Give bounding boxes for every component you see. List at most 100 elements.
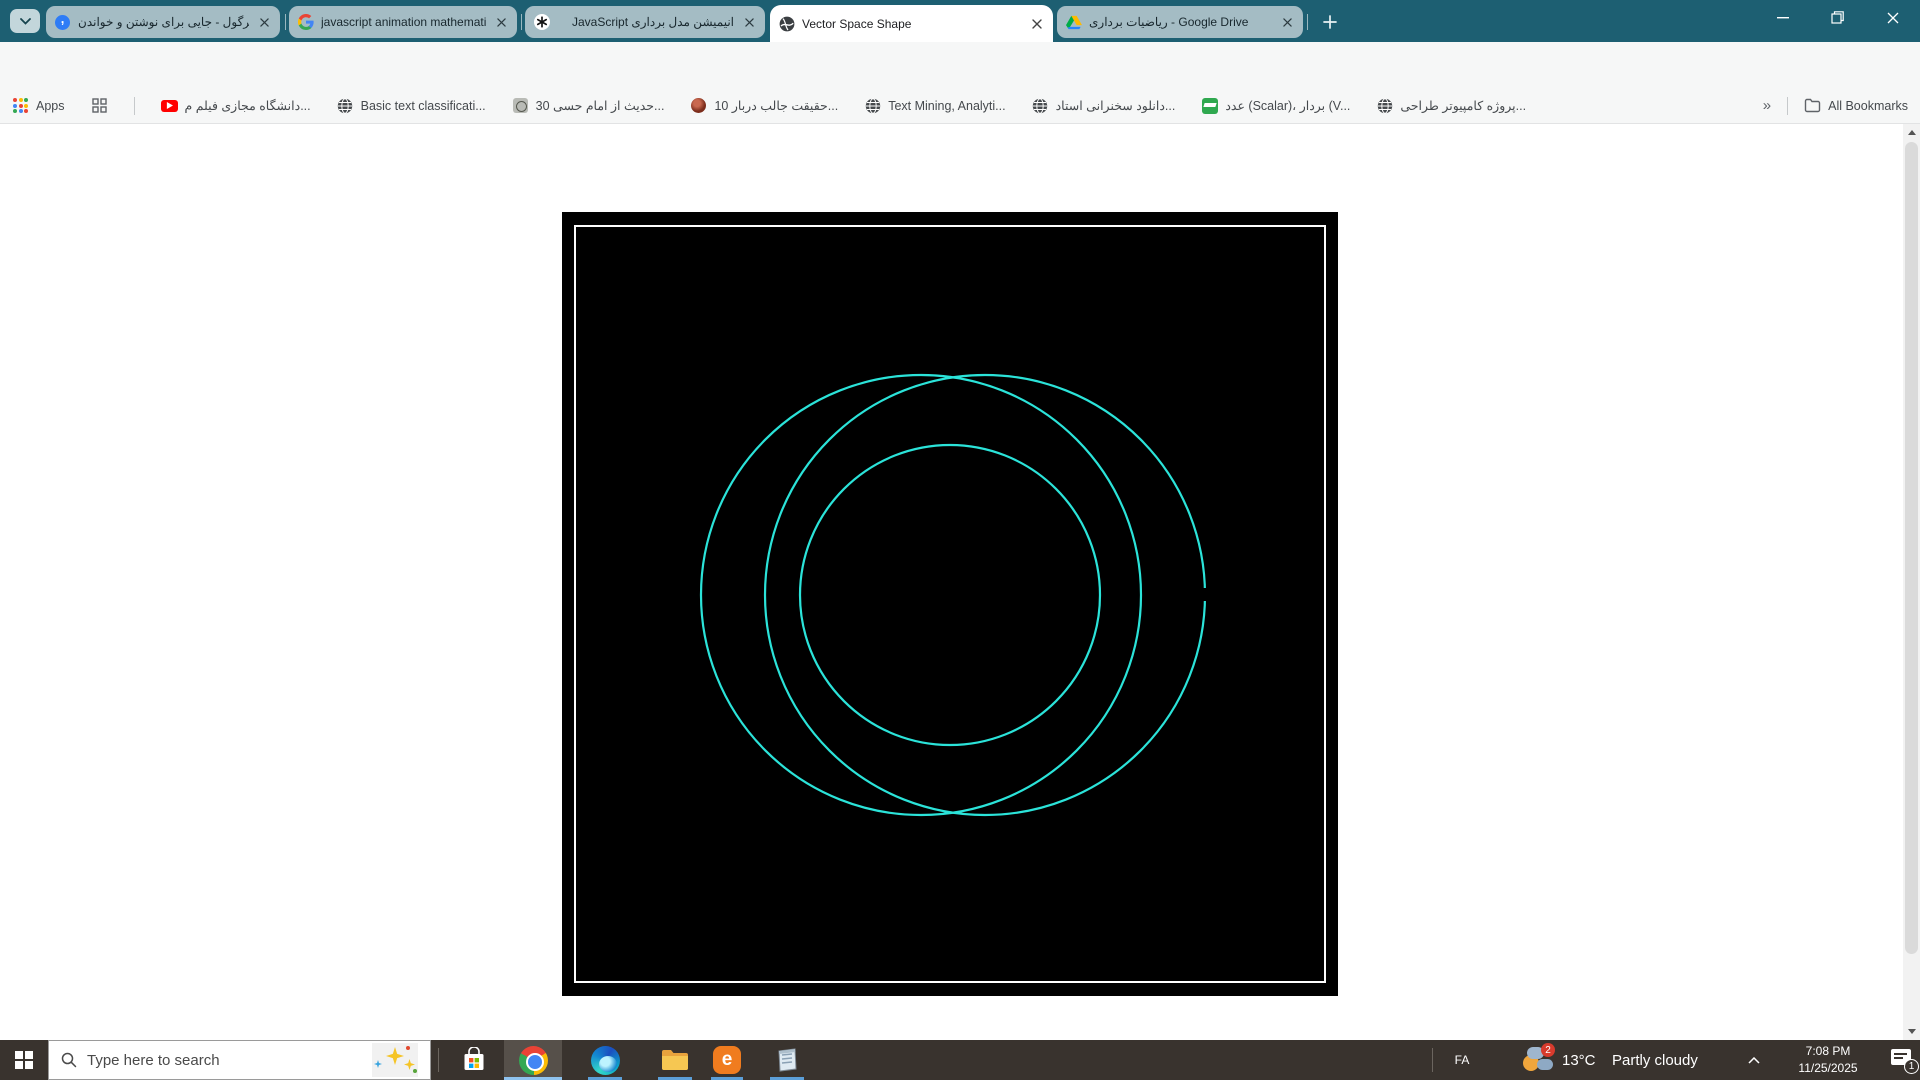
youtube-icon bbox=[161, 97, 178, 114]
close-icon[interactable] bbox=[256, 14, 272, 30]
taskbar-app-eitaa[interactable]: e bbox=[704, 1040, 750, 1080]
bookmark-label: دانشگاه مجازی فیلم م... bbox=[185, 98, 311, 113]
tab-title: Vector Space Shape bbox=[802, 17, 1022, 31]
tab-google-search[interactable]: javascript animation mathemati bbox=[289, 6, 517, 38]
restore-button[interactable] bbox=[1810, 0, 1865, 35]
drive-icon bbox=[1065, 14, 1082, 31]
clock-time: 7:08 PM bbox=[1798, 1043, 1857, 1060]
search-highlights-icon[interactable] bbox=[372, 1043, 418, 1077]
canvas-border bbox=[574, 225, 1326, 983]
tab-title: انیمیشن مدل برداری JavaScript bbox=[557, 15, 734, 29]
bookmark-label: پروژه کامپیوتر طراحی... bbox=[1400, 98, 1526, 113]
taskbar-app-edge[interactable] bbox=[576, 1040, 634, 1080]
tab-title: ویرگول - جایی برای نوشتن و خواندن bbox=[78, 15, 249, 29]
tab-title: javascript animation mathemati bbox=[321, 15, 486, 29]
temperature-label: 13°C bbox=[1562, 1052, 1596, 1069]
tab-vector-space-shape[interactable]: Vector Space Shape bbox=[770, 5, 1053, 42]
notification-icon: 1 bbox=[1891, 1049, 1917, 1071]
weather-temperature[interactable]: 13°C bbox=[1562, 1040, 1596, 1080]
bookmark-label: عدد (Scalar)، بردار (V... bbox=[1225, 98, 1350, 113]
microsoft-store-icon bbox=[461, 1047, 487, 1073]
bookmark-label: 30 حدیث از امام حسی... bbox=[536, 98, 665, 113]
all-bookmarks-label: All Bookmarks bbox=[1828, 99, 1908, 113]
bookmark-item[interactable]: دانشگاه مجازی فیلم م... bbox=[161, 97, 311, 114]
language-indicator[interactable]: FA bbox=[1440, 1040, 1484, 1080]
weather-widget-icon[interactable]: 2 bbox=[1516, 1040, 1560, 1080]
new-tab-button[interactable] bbox=[1316, 8, 1343, 35]
bookmark-item[interactable]: دانلود سخنرانی استاد... bbox=[1032, 97, 1176, 114]
minimize-button[interactable] bbox=[1755, 0, 1810, 35]
tab-divider bbox=[1307, 14, 1308, 30]
tab-divider bbox=[285, 14, 286, 30]
file-explorer-icon bbox=[661, 1048, 689, 1072]
all-bookmarks-button[interactable]: All Bookmarks bbox=[1804, 97, 1908, 114]
tab-title: ریاضیات برداری - Google Drive bbox=[1089, 15, 1272, 29]
apps-grid-icon bbox=[12, 97, 29, 114]
plus-icon bbox=[1323, 15, 1337, 29]
weather-condition[interactable]: Partly cloudy bbox=[1612, 1040, 1698, 1080]
language-label: FA bbox=[1455, 1053, 1470, 1067]
close-icon[interactable] bbox=[1029, 16, 1045, 32]
bookmark-item[interactable]: 10 حقیقت جالب دربار... bbox=[690, 97, 838, 114]
notification-center-button[interactable]: 1 bbox=[1888, 1040, 1920, 1080]
taskbar-app-store[interactable] bbox=[448, 1040, 500, 1080]
clock[interactable]: 7:08 PM 11/25/2025 bbox=[1772, 1040, 1884, 1080]
scroll-down-arrow[interactable] bbox=[1903, 1023, 1920, 1040]
bookmark-label: Basic text classificati... bbox=[361, 99, 486, 113]
tab-chatgpt[interactable]: انیمیشن مدل برداری JavaScript bbox=[525, 6, 765, 38]
google-icon bbox=[297, 14, 314, 31]
taskbar-app-notepad[interactable] bbox=[762, 1040, 812, 1080]
notification-badge: 1 bbox=[1904, 1059, 1919, 1074]
bookmarks-overflow-button[interactable]: » bbox=[1763, 97, 1771, 114]
folder-icon bbox=[1804, 97, 1821, 114]
globe-icon bbox=[1376, 97, 1393, 114]
bookmark-item[interactable]: عدد (Scalar)، بردار (V... bbox=[1201, 97, 1350, 114]
bookmark-separator bbox=[134, 97, 135, 115]
search-placeholder: Type here to search bbox=[87, 1052, 362, 1069]
close-window-button[interactable] bbox=[1865, 0, 1920, 35]
close-icon[interactable] bbox=[493, 14, 509, 30]
tab-virgool[interactable]: , ویرگول - جایی برای نوشتن و خواندن bbox=[46, 6, 280, 38]
browser-toolbar: File C:/Users/mahdi/Videos/فیلم%20های%20… bbox=[0, 42, 1920, 88]
grid-outline-icon bbox=[91, 97, 108, 114]
edge-icon bbox=[591, 1046, 620, 1075]
taskbar-app-file-explorer[interactable] bbox=[648, 1040, 702, 1080]
reading-list-button[interactable] bbox=[91, 97, 108, 114]
close-icon[interactable] bbox=[741, 14, 757, 30]
bookmark-item[interactable]: Text Mining, Analyti... bbox=[864, 97, 1005, 114]
taskbar-search-box[interactable]: Type here to search bbox=[48, 1040, 431, 1080]
partly-cloudy-icon: 2 bbox=[1521, 1045, 1555, 1075]
scroll-up-arrow[interactable] bbox=[1903, 124, 1920, 141]
search-icon bbox=[61, 1052, 77, 1068]
weather-badge: 2 bbox=[1541, 1043, 1555, 1057]
notepad-icon bbox=[775, 1047, 799, 1073]
chatgpt-icon bbox=[533, 14, 550, 31]
virgool-icon: , bbox=[54, 14, 71, 31]
chrome-icon bbox=[519, 1046, 548, 1075]
globe-icon bbox=[1032, 97, 1049, 114]
chevron-down-icon bbox=[20, 18, 31, 25]
globe-icon bbox=[864, 97, 881, 114]
bookmark-separator bbox=[1787, 97, 1788, 115]
bookmark-item[interactable]: 30 حدیث از امام حسی... bbox=[512, 97, 665, 114]
tab-search-button[interactable] bbox=[10, 9, 40, 33]
windows-logo-icon bbox=[15, 1051, 33, 1069]
taskbar-separator bbox=[438, 1048, 439, 1072]
show-hidden-icons-button[interactable] bbox=[1740, 1040, 1768, 1080]
bookmark-item[interactable]: پروژه کامپیوتر طراحی... bbox=[1376, 97, 1526, 114]
scrollbar-thumb[interactable] bbox=[1905, 142, 1918, 954]
taskbar-app-chrome[interactable] bbox=[504, 1040, 562, 1080]
bookmarks-bar: Apps دانشگاه مجازی فیلم م... Basic text … bbox=[0, 88, 1920, 124]
condition-label: Partly cloudy bbox=[1612, 1052, 1698, 1069]
start-button[interactable] bbox=[0, 1040, 48, 1080]
windows-taskbar: Type here to search e FA bbox=[0, 1040, 1920, 1080]
red-circle-icon bbox=[690, 97, 707, 114]
close-icon[interactable] bbox=[1279, 14, 1295, 30]
tab-google-drive[interactable]: ریاضیات برداری - Google Drive bbox=[1057, 6, 1303, 38]
page-scrollbar[interactable] bbox=[1903, 124, 1920, 1040]
bookmark-label: 10 حقیقت جالب دربار... bbox=[714, 98, 838, 113]
bookmark-item[interactable]: Basic text classificati... bbox=[337, 97, 486, 114]
apps-shortcut[interactable]: Apps bbox=[12, 97, 65, 114]
tab-divider bbox=[521, 14, 522, 30]
browser-titlebar: , ویرگول - جایی برای نوشتن و خواندن java… bbox=[0, 0, 1920, 42]
